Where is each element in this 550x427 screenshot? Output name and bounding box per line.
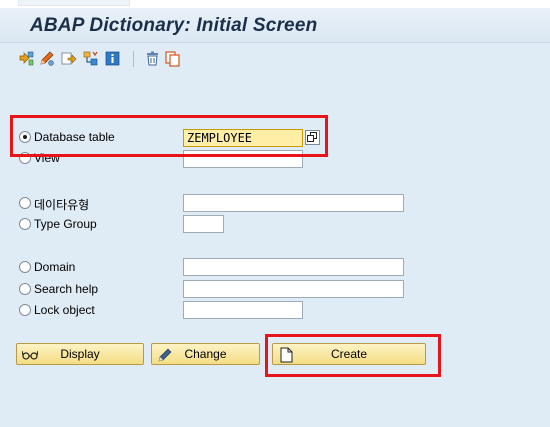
pencil-icon (157, 347, 173, 362)
window-tab (18, 0, 130, 6)
change-button[interactable]: Change (151, 343, 260, 365)
activate-icon[interactable] (82, 50, 99, 67)
where-used-icon[interactable] (38, 50, 55, 67)
title-bar: ABAP Dictionary: Initial Screen (0, 8, 550, 43)
toolbar-separator (133, 51, 134, 67)
data-type-field[interactable] (183, 194, 404, 212)
window-top-strip (0, 0, 550, 8)
type-group-field[interactable] (183, 215, 224, 233)
label-domain: Domain (34, 260, 76, 274)
row-type-group: Type Group (0, 215, 160, 233)
other-object-icon[interactable] (18, 50, 35, 67)
row-domain: Domain (0, 258, 160, 276)
info-icon[interactable] (104, 50, 121, 67)
radio-type-group[interactable] (19, 218, 31, 230)
page-title: ABAP Dictionary: Initial Screen (30, 15, 318, 36)
radio-search-help[interactable] (19, 283, 31, 295)
row-search-help: Search help (0, 280, 160, 298)
application-toolbar (0, 43, 550, 73)
check-icon[interactable] (60, 50, 77, 67)
radio-lock-object[interactable] (19, 304, 31, 316)
radio-domain[interactable] (19, 261, 31, 273)
annotation-highlight-create (265, 334, 441, 377)
lock-object-field[interactable] (183, 301, 303, 319)
annotation-highlight-database-table (10, 115, 328, 157)
delete-icon[interactable] (144, 50, 161, 67)
copy-icon[interactable] (164, 50, 181, 67)
label-search-help: Search help (34, 282, 99, 296)
search-help-field[interactable] (183, 280, 404, 298)
domain-field[interactable] (183, 258, 404, 276)
display-button[interactable]: Display (16, 343, 144, 365)
row-lock-object: Lock object (0, 301, 160, 319)
row-data-type: 데이타유형 (0, 194, 160, 212)
label-data-type: 데이타유형 (34, 198, 90, 212)
label-type-group: Type Group (34, 217, 97, 231)
radio-data-type[interactable] (19, 197, 31, 209)
label-lock-object: Lock object (34, 303, 95, 317)
glasses-icon (22, 347, 38, 362)
